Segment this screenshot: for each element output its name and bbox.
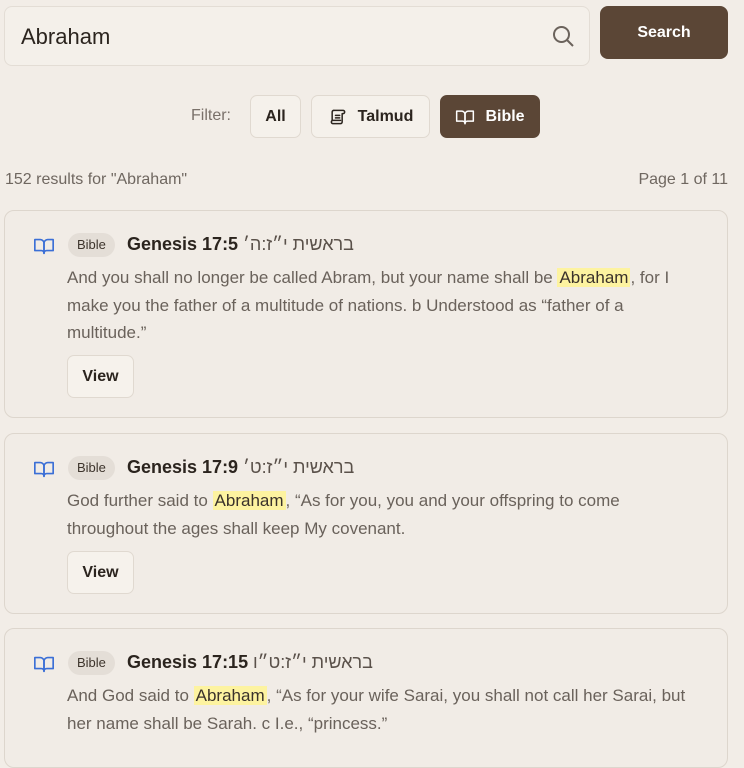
result-reference: Genesis 17:5 [127,234,239,254]
results-count: 152 results for "Abraham" [5,171,188,188]
source-badge: Bible [68,456,115,480]
filter-bar: Filter: All Talmud Bible [0,95,744,138]
text-before: And you shall no longer be called Abram,… [67,268,558,287]
filter-talmud-label: Talmud [357,107,414,125]
result-text: And God said to Abraham, “As for your wi… [67,682,687,737]
book-open-icon [456,109,475,124]
text-before: And God said to [67,686,194,705]
result-text: And you shall no longer be called Abram,… [67,264,687,347]
filter-all-label: All [265,107,286,125]
page-indicator: Page 1 of 11 [638,171,728,188]
search-highlight: Abraham [212,491,286,510]
book-open-icon [34,461,54,478]
result-reference: Genesis 17:9 [127,457,239,477]
filter-all-button[interactable]: All [250,95,301,138]
result-reference: Genesis 17:15 [127,652,249,672]
filter-talmud-button[interactable]: Talmud [311,95,430,138]
search-highlight: Abraham [557,268,631,287]
search-input[interactable] [19,7,543,67]
search-button[interactable]: Search [600,6,728,59]
filter-bible-label: Bible [485,107,525,125]
scroll-icon [330,109,345,124]
result-hebrew-reference: בראשית י״ז:ט׳ [243,457,355,477]
text-before: God further said to [67,491,213,510]
source-badge: Bible [68,233,115,257]
filter-bible-button[interactable]: Bible [440,95,540,138]
source-badge: Bible [68,651,115,675]
book-open-icon [34,238,54,255]
result-card[interactable]: Bible Genesis 17:5 בראשית י״ז:ה׳ And you… [4,210,728,418]
result-card[interactable]: Bible Genesis 17:15 בראשית י״ז:ט״ו And G… [4,628,728,768]
view-button[interactable]: View [67,355,134,398]
search-highlight: Abraham [193,686,267,705]
filter-label: Filter: [191,107,231,124]
book-open-icon [34,656,54,673]
view-button[interactable]: View [67,551,134,594]
search-bar [4,6,590,67]
result-hebrew-reference: בראשית י״ז:ט״ו [253,652,373,672]
result-hebrew-reference: בראשית י״ז:ה׳ [243,234,354,254]
result-text: God further said to Abraham, “As for you… [67,487,687,542]
result-card[interactable]: Bible Genesis 17:9 בראשית י״ז:ט׳ God fur… [4,433,728,614]
search-icon[interactable] [551,24,575,48]
